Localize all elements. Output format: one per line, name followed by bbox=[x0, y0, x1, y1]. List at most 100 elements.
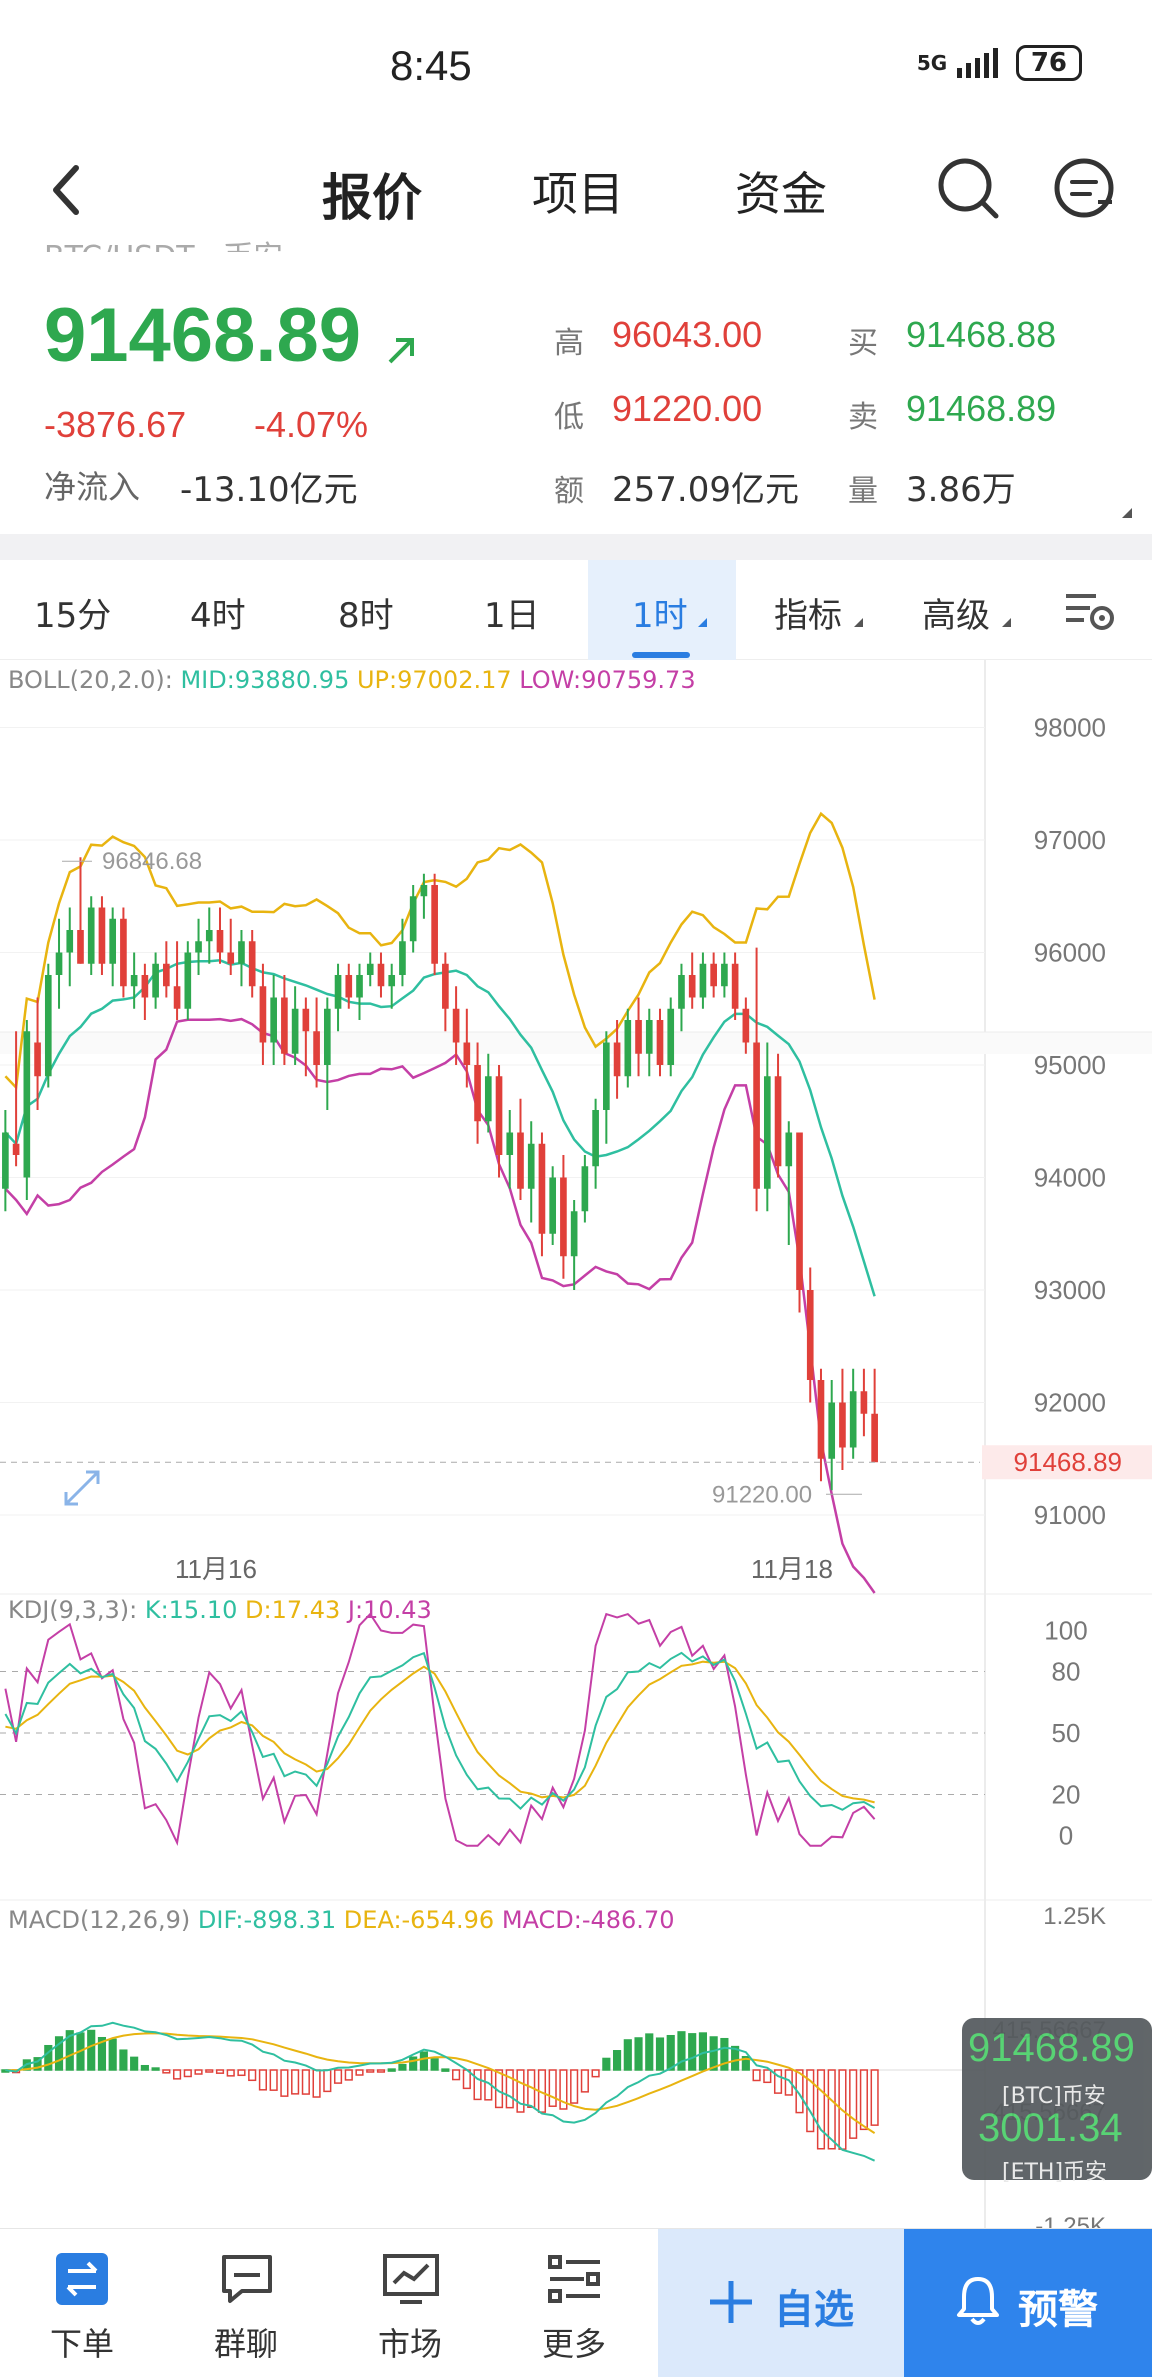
price-tick-label: 95000 bbox=[1034, 1050, 1106, 1080]
tab-8h[interactable]: 8时 bbox=[338, 588, 394, 637]
tab-indicators[interactable]: 指标 bbox=[774, 588, 842, 637]
tab-advanced[interactable]: 高级 bbox=[922, 588, 990, 637]
macd-bar bbox=[709, 2036, 718, 2071]
message-icon[interactable] bbox=[1050, 154, 1120, 224]
back-icon[interactable] bbox=[46, 160, 86, 220]
candle-body bbox=[87, 907, 95, 964]
float-btc-price: 91468.89 bbox=[968, 2026, 1135, 2070]
candle-body bbox=[66, 930, 74, 953]
candle-body bbox=[442, 963, 449, 1009]
candle-body bbox=[603, 1042, 610, 1110]
candle-body bbox=[55, 952, 63, 975]
macd-bar bbox=[291, 2069, 300, 2095]
tab-1d[interactable]: 1日 bbox=[484, 588, 540, 637]
candle-body bbox=[806, 1290, 814, 1380]
candle-body bbox=[828, 1402, 836, 1459]
macd-bar bbox=[645, 2033, 654, 2071]
macd-bar bbox=[366, 2069, 375, 2073]
amount-label: 额 bbox=[554, 474, 584, 509]
kdj-tick-label: 0 bbox=[1059, 1821, 1073, 1851]
kdj-d-line bbox=[5, 1660, 875, 1804]
candle-body bbox=[323, 1008, 331, 1065]
candle-body bbox=[184, 952, 192, 1009]
candle-body bbox=[613, 1042, 621, 1077]
change-percent: -4.07% bbox=[254, 404, 369, 445]
kdj-j: J:10.43 bbox=[347, 1596, 432, 1624]
active-tab-indicator bbox=[632, 652, 690, 658]
candle-body bbox=[678, 975, 685, 1009]
pair-label: BTC/USDT · 币安 bbox=[44, 232, 283, 252]
volume-label: 量 bbox=[848, 474, 878, 509]
tab-15m[interactable]: 15分 bbox=[34, 588, 111, 637]
status-bar: 8:45 5G 76 bbox=[0, 0, 1152, 130]
candle-body bbox=[796, 1132, 803, 1290]
chart-canvas[interactable]: 98000 97000 96000 95000 94000 93000 92000 91000… bbox=[0, 660, 1152, 2230]
candle-body bbox=[109, 918, 117, 964]
macd-bar bbox=[323, 2069, 332, 2093]
tab-4h[interactable]: 4时 bbox=[190, 588, 246, 637]
market-button[interactable]: 市场 bbox=[330, 2229, 490, 2377]
search-icon[interactable] bbox=[934, 154, 1004, 224]
chart-settings-icon[interactable] bbox=[1062, 588, 1118, 634]
candle-body bbox=[345, 975, 353, 998]
candle-body bbox=[44, 975, 52, 1077]
order-label: 下单 bbox=[49, 2325, 114, 2363]
macd-bar bbox=[580, 2069, 589, 2093]
tab-quote[interactable]: 报价 bbox=[322, 158, 422, 230]
candle-body bbox=[334, 975, 342, 1009]
date-label: 11月16 bbox=[175, 1554, 257, 1584]
macd-value: MACD:-486.70 bbox=[501, 1906, 675, 1934]
candle-body bbox=[420, 885, 428, 897]
expand-corner-icon[interactable] bbox=[1122, 508, 1132, 518]
candle-body bbox=[173, 986, 181, 1009]
tab-funds[interactable]: 资金 bbox=[735, 158, 827, 224]
boll-up: UP:97002.17 bbox=[356, 666, 512, 694]
macd-bar bbox=[87, 2029, 96, 2071]
macd-dif-line bbox=[5, 2021, 876, 2162]
candle-body bbox=[506, 1132, 514, 1155]
boll-legend: BOLL(20,2.0): MID:93880.95 UP:97002.17 L… bbox=[8, 666, 696, 694]
order-button[interactable]: 下单 bbox=[2, 2229, 162, 2377]
candle-body bbox=[785, 1132, 793, 1167]
dropdown-corner-icon bbox=[854, 618, 863, 627]
candle-body bbox=[238, 941, 245, 964]
signal-icon bbox=[956, 48, 998, 78]
market-label: 市场 bbox=[377, 2325, 442, 2363]
candle-body bbox=[667, 1008, 675, 1065]
floating-ticker[interactable]: 91468.89 [BTC]币安 3001.34 [ETH]币安 bbox=[962, 2018, 1152, 2185]
netflow-label: 净流入 bbox=[44, 468, 141, 506]
macd-bar bbox=[677, 2031, 686, 2071]
macd-bar bbox=[130, 2056, 139, 2071]
boll-mid: MID:93880.95 bbox=[180, 666, 350, 694]
candle-body bbox=[409, 896, 417, 942]
fullscreen-icon[interactable] bbox=[60, 1466, 104, 1510]
netflow-value: -13.10亿元 bbox=[180, 470, 358, 510]
candle-body bbox=[120, 918, 127, 987]
price-tick-label: 97000 bbox=[1034, 825, 1106, 855]
chat-button[interactable]: 群聊 bbox=[166, 2229, 326, 2377]
candle-body bbox=[34, 1042, 41, 1077]
amount-value: 257.09亿元 bbox=[612, 470, 799, 510]
macd-bar bbox=[473, 2069, 482, 2101]
battery-icon: 76 bbox=[1015, 45, 1082, 81]
macd-bar bbox=[548, 2069, 557, 2107]
candle-body bbox=[731, 963, 739, 1009]
macd-bar bbox=[634, 2037, 643, 2071]
tab-1h[interactable]: 1时 bbox=[632, 588, 688, 637]
more-button[interactable]: 更多 bbox=[494, 2229, 654, 2377]
candle-body bbox=[23, 1031, 31, 1178]
candle-body bbox=[313, 1031, 320, 1065]
volume-value: 3.86万 bbox=[906, 470, 1016, 510]
last-price: 91468.89 bbox=[44, 293, 361, 378]
low-value: 91220.00 bbox=[612, 388, 763, 429]
watchlist-button[interactable]: 自选 bbox=[658, 2229, 904, 2377]
candle-body bbox=[742, 1008, 750, 1043]
float-eth-price: 3001.34 bbox=[978, 2106, 1123, 2150]
top-nav: 报价 项目 资金 bbox=[0, 140, 1152, 240]
candle-body bbox=[227, 952, 235, 964]
candle-body bbox=[291, 1008, 299, 1054]
alert-button[interactable]: 预警 bbox=[904, 2229, 1152, 2377]
chart-area[interactable]: 98000 97000 96000 95000 94000 93000 92000 91000… bbox=[0, 660, 1152, 2230]
macd-dea-line bbox=[5, 2032, 876, 2134]
tab-project[interactable]: 项目 bbox=[532, 158, 624, 224]
